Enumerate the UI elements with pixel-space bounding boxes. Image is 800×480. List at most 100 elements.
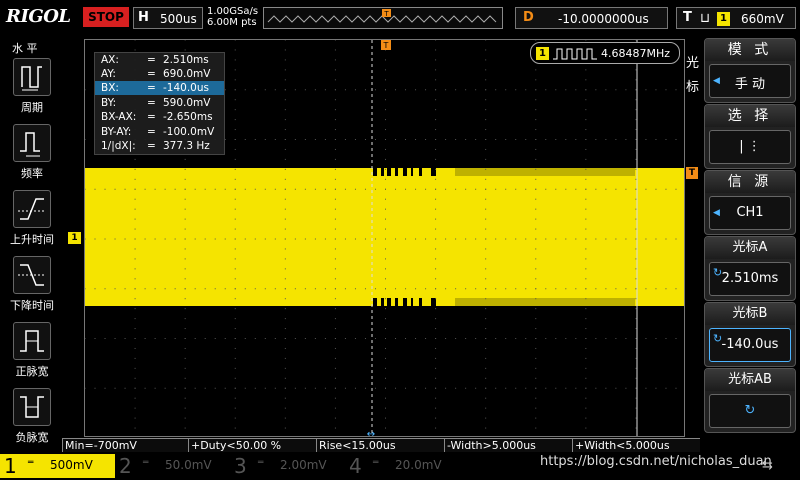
channel-1-tab[interactable]: 1 ═ 500mV	[0, 454, 115, 478]
frequency-value: 4.68487MHz	[601, 47, 671, 60]
grid-dot	[435, 357, 437, 359]
grid-dot	[184, 328, 186, 330]
grid-dot	[134, 238, 136, 240]
grid-dot	[184, 387, 186, 389]
grid-dot	[274, 139, 276, 140]
menu-select[interactable]: 选 择 | ⋮	[704, 104, 796, 169]
grid-dot	[385, 69, 386, 71]
grid-dot	[385, 308, 386, 310]
grid-dot	[635, 228, 637, 230]
measurement-bar: Min=-700mV +Duty<50.00 % Rise<15.00us -W…	[62, 438, 700, 452]
grid-dot	[655, 89, 657, 91]
grid-dot	[224, 238, 226, 240]
measure-item-fall-time[interactable]: 下降时间	[9, 256, 55, 313]
grid-dot	[374, 387, 376, 389]
grid-dot	[174, 188, 176, 190]
measurement-item[interactable]: +Width<5.000us	[572, 438, 700, 452]
menu-cursor-b[interactable]: 光标B ↻ -140.0us	[704, 302, 796, 367]
menu-cursor-ab[interactable]: 光标AB ↻	[704, 368, 796, 433]
measure-item-rise-time[interactable]: 上升时间	[9, 190, 55, 247]
grid-dot	[234, 328, 236, 330]
grid-dot	[94, 188, 96, 190]
measurement-item[interactable]: -Width>5.000us	[444, 438, 572, 452]
grid-dot	[465, 387, 467, 389]
trigger-delay[interactable]: D -10.0000000us	[515, 7, 668, 29]
measure-item-label: 负脉宽	[15, 431, 49, 444]
grid-dot	[585, 89, 587, 91]
grid-dot	[324, 238, 326, 240]
grid-dot	[124, 188, 126, 190]
grid-dot	[565, 338, 567, 339]
grid-dot	[425, 387, 427, 389]
measure-item-positive-width[interactable]: 正脉宽	[9, 322, 55, 379]
grid-dot	[435, 198, 437, 200]
run-stop-status[interactable]: STOP	[83, 7, 129, 27]
channel-4-tab[interactable]: 4 ═ 20.0mV	[345, 454, 460, 478]
grid-dot	[134, 49, 136, 51]
measurement-item[interactable]: Min=-700mV	[62, 438, 188, 452]
measurement-item[interactable]: Rise<15.00us	[316, 438, 444, 452]
grid-dot	[565, 288, 567, 290]
grid-dot	[575, 89, 577, 91]
grid-dot	[284, 228, 286, 230]
grid-dot	[284, 338, 286, 339]
grid-dot	[485, 308, 487, 310]
channel-2-tab[interactable]: 2 ═ 50.0mV	[115, 454, 230, 478]
grid-dot	[405, 387, 407, 389]
grid-dot	[234, 89, 236, 91]
grid-dot	[435, 168, 437, 170]
measure-item-negative-width[interactable]: 负脉宽	[9, 388, 55, 445]
trigger-level-marker[interactable]: T	[686, 167, 698, 179]
grid-dot	[535, 198, 537, 200]
grid-dot	[234, 397, 236, 399]
grid-dot	[184, 238, 186, 240]
ch1-offset-marker[interactable]: 1	[68, 232, 81, 244]
grid-dot	[635, 198, 637, 200]
grid-dot	[635, 347, 637, 349]
menu-source-value: CH1	[736, 205, 764, 220]
grid-dot	[314, 139, 316, 140]
grid-dot	[435, 59, 437, 61]
grid-dot	[545, 139, 547, 140]
channel-3-tab[interactable]: 3 ═ 2.00mV	[230, 454, 345, 478]
horizontal-timebase[interactable]: H 500us	[133, 7, 203, 29]
grid-dot	[194, 387, 196, 389]
grid-dot	[284, 397, 286, 399]
grid-dot	[284, 278, 286, 280]
measurement-item[interactable]: +Duty<50.00 %	[188, 438, 316, 452]
grid-dot	[284, 198, 286, 200]
menu-source-value-box: ◀ CH1	[709, 196, 791, 230]
trigger-position-letter: T	[383, 41, 389, 50]
grid-dot	[334, 158, 336, 160]
grid-dot	[104, 338, 106, 339]
menu-mode[interactable]: 模 式 ◀ 手 动	[704, 38, 796, 103]
grid-dot	[234, 198, 236, 200]
grid-dot	[555, 338, 557, 339]
grid-dot	[194, 188, 196, 190]
grid-dot	[595, 387, 597, 389]
grid-dot	[485, 158, 487, 160]
grid-dot	[385, 168, 386, 170]
trigger-settings[interactable]: T ⊔ 1 660mV	[676, 7, 796, 29]
grid-dot	[455, 89, 457, 91]
grid-dot	[545, 338, 547, 339]
grid-dot	[465, 188, 467, 190]
grid-dot	[134, 198, 136, 200]
menu-source[interactable]: 信 源 ◀ CH1	[704, 170, 796, 235]
grid-dot	[385, 258, 386, 260]
frequency-counter[interactable]: 1 4.68487MHz	[530, 42, 680, 64]
grid-dot	[535, 387, 537, 389]
grid-dot	[385, 109, 386, 111]
measure-item-frequency[interactable]: 频率	[9, 124, 55, 181]
grid-dot	[164, 387, 166, 389]
measure-item-period[interactable]: 周期	[9, 58, 55, 115]
memory-overview[interactable]: T	[263, 7, 503, 29]
menu-cursor-a[interactable]: 光标A ↻ 2.510ms	[704, 236, 796, 301]
grid-dot	[314, 188, 316, 190]
grid-dot	[635, 328, 637, 330]
measure-item-label: 下降时间	[10, 299, 54, 312]
grid-dot	[134, 377, 136, 379]
grid-dot	[385, 417, 386, 419]
grid-dot	[334, 387, 336, 389]
grid-dot	[525, 89, 527, 91]
